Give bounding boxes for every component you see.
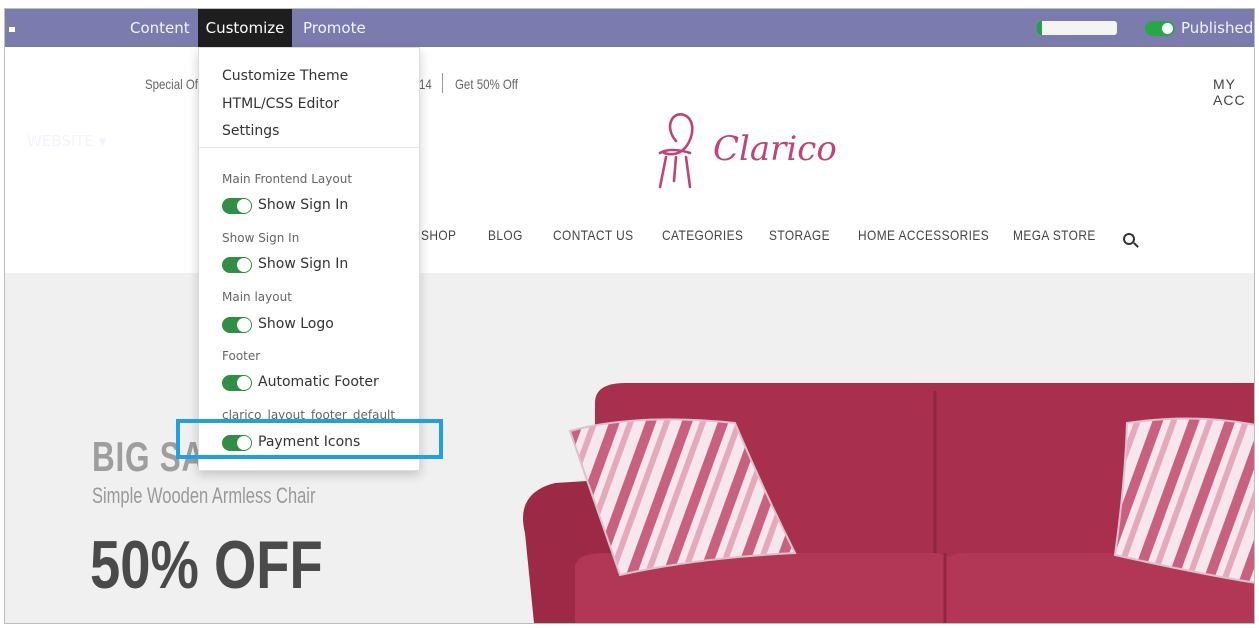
toggle-show-sign-in[interactable]: Show Sign In — [222, 197, 402, 215]
nav-item-storage[interactable]: STORAGE — [769, 227, 830, 243]
toggle-show-sign-in-2[interactable]: Show Sign In — [222, 256, 402, 274]
website-menu[interactable]: WEBSITE ▾ — [9, 9, 106, 150]
my-account-link[interactable]: MY ACC — [1213, 76, 1254, 108]
browser-frame: WEBSITE ▾ Content Customize Promote Publ… — [4, 8, 1255, 624]
toggle-switch[interactable] — [222, 257, 252, 273]
admin-topbar: WEBSITE ▾ Content Customize Promote Publ… — [5, 9, 1254, 150]
nav-item-mega-store[interactable]: MEGA STORE — [1013, 227, 1096, 243]
hero-offer: 50% OFF — [90, 527, 323, 603]
toggle-show-logo[interactable]: Show Logo — [222, 316, 402, 334]
group-header: Show Sign In — [222, 231, 300, 245]
nav-item-blog[interactable]: BLOG — [488, 227, 523, 243]
toggle-switch[interactable] — [222, 375, 252, 391]
nav-item-contact-us[interactable]: CONTACT US — [553, 227, 634, 243]
website-menu-label: WEBSITE ▾ — [27, 132, 107, 150]
sofa-image — [523, 383, 1254, 623]
nav-item-home-accessories[interactable]: HOME ACCESSORIES — [858, 227, 989, 243]
search-icon[interactable] — [1123, 233, 1135, 245]
toggle-switch[interactable] — [222, 317, 252, 333]
customize-dropdown: Customize Theme HTML/CSS Editor Settings… — [198, 47, 420, 471]
toggle-knob — [237, 199, 251, 213]
nav-item-shop[interactable]: SHOP — [421, 227, 456, 243]
promo-text-left: Special Of — [145, 76, 198, 92]
toggle-knob — [237, 376, 251, 390]
toggle-automatic-footer[interactable]: Automatic Footer — [222, 374, 402, 392]
published-toggle-knob — [1162, 23, 1173, 34]
menu-divider — [199, 147, 419, 148]
group-header: Main layout — [222, 290, 292, 304]
toggle-knob — [237, 318, 251, 332]
promo-offer-text: Get 50% Off — [455, 76, 518, 92]
progress-bar — [1037, 21, 1117, 35]
nav-item-categories[interactable]: CATEGORIES — [662, 227, 743, 243]
promo-divider — [442, 73, 443, 93]
highlight-box — [176, 419, 443, 459]
toggle-label: Show Sign In — [258, 256, 349, 272]
apps-grid-icon — [9, 9, 23, 146]
published-toggle[interactable] — [1145, 21, 1175, 36]
toggle-knob — [237, 258, 251, 272]
hero-subtitle: Simple Wooden Armless Chair — [92, 483, 316, 508]
toggle-label: Show Sign In — [258, 197, 349, 213]
toggle-switch[interactable] — [222, 198, 252, 214]
brand-logo-text[interactable]: Clarico — [713, 129, 837, 169]
group-header: Main Frontend Layout — [222, 172, 353, 186]
menu-item-settings[interactable]: Settings — [222, 123, 279, 139]
toggle-label: Show Logo — [258, 316, 334, 332]
main-navigation: SHOP BLOG CONTACT US CATEGORIES STORAGE … — [5, 227, 1254, 247]
promo-text-mid: 14 — [419, 76, 432, 92]
chair-logo-icon[interactable] — [650, 107, 710, 195]
toggle-label: Automatic Footer — [258, 374, 379, 390]
content-menu[interactable]: Content — [130, 9, 190, 47]
customize-menu[interactable]: Customize — [198, 9, 292, 47]
group-header: Footer — [222, 349, 261, 363]
menu-item-html-css-editor[interactable]: HTML/CSS Editor — [222, 96, 339, 112]
progress-fill — [1037, 21, 1042, 35]
menu-item-customize-theme[interactable]: Customize Theme — [222, 68, 348, 84]
published-label[interactable]: Published — [1181, 9, 1253, 47]
promote-menu[interactable]: Promote — [303, 9, 366, 47]
